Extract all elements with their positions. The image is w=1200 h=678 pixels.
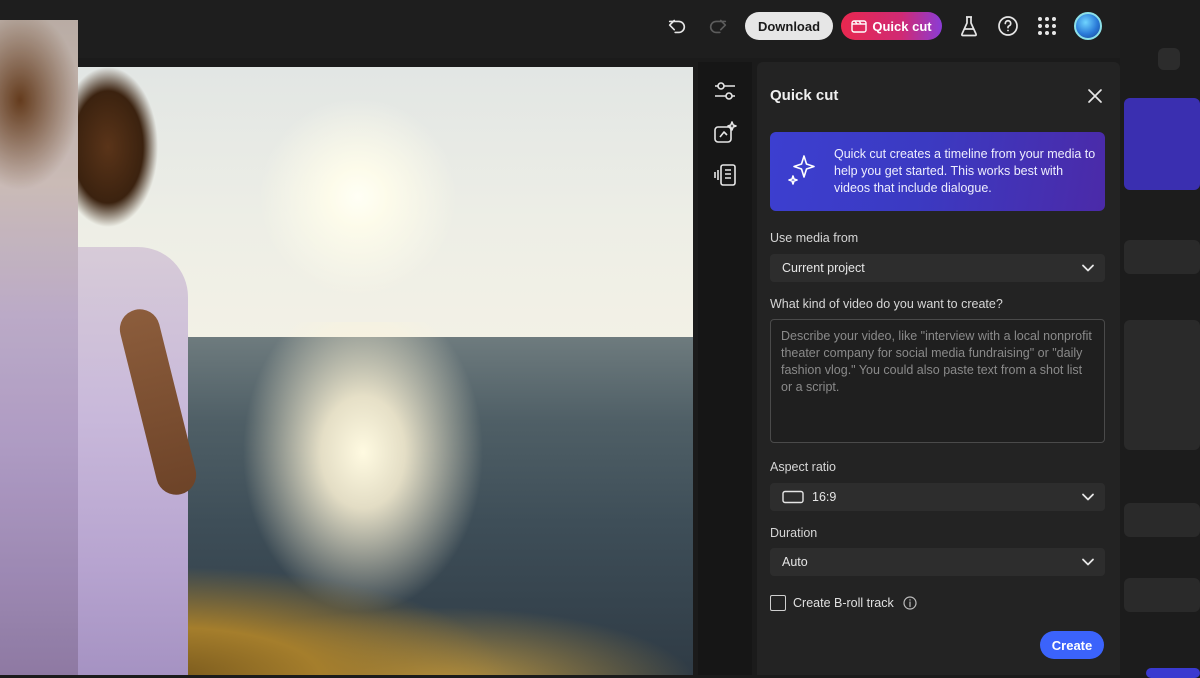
panel-title: Quick cut	[770, 87, 839, 104]
background-panel	[1120, 0, 1200, 678]
redo-icon[interactable]	[703, 12, 733, 40]
aspect-ratio-value: 16:9	[812, 490, 837, 504]
aspect-ratio-icon	[782, 490, 804, 504]
video-description-input[interactable]	[770, 319, 1105, 443]
sparkle-icon	[785, 152, 821, 188]
quick-cut-label: Quick cut	[872, 18, 932, 34]
create-button[interactable]: Create	[1040, 631, 1104, 659]
media-from-label: Use media from	[770, 231, 859, 245]
tool-rail	[698, 62, 752, 675]
download-button[interactable]: Download	[745, 12, 833, 40]
chevron-down-icon	[1082, 264, 1094, 272]
video-kind-label: What kind of video do you want to create…	[770, 297, 1003, 311]
close-icon[interactable]	[1084, 85, 1106, 107]
bg-field	[1124, 240, 1200, 274]
aspect-ratio-select[interactable]: 16:9	[770, 483, 1105, 511]
woman-hair	[78, 67, 158, 237]
aspect-ratio-label: Aspect ratio	[770, 460, 837, 474]
quick-cut-icon	[851, 20, 868, 33]
bg-icon	[1158, 48, 1180, 70]
help-icon[interactable]	[995, 12, 1021, 40]
media-from-value: Current project	[782, 261, 865, 275]
bg-field	[1124, 578, 1200, 612]
info-text: Quick cut creates a timeline from your m…	[834, 147, 1096, 195]
broll-checkbox[interactable]	[770, 595, 786, 611]
transcript-icon[interactable]	[711, 161, 739, 189]
video-preview-canvas[interactable]	[78, 67, 693, 675]
sun-glow	[258, 97, 458, 297]
duration-select[interactable]: Auto	[770, 548, 1105, 576]
previous-frame-strip	[0, 20, 78, 675]
undo-icon[interactable]	[662, 12, 692, 40]
ai-edit-icon[interactable]	[711, 119, 739, 147]
info-icon[interactable]	[903, 596, 917, 610]
flask-icon[interactable]	[956, 12, 982, 40]
chevron-down-icon	[1082, 493, 1094, 501]
bg-field	[1124, 503, 1200, 537]
apps-grid-icon[interactable]	[1034, 12, 1060, 40]
chevron-down-icon	[1082, 558, 1094, 566]
duration-label: Duration	[770, 526, 818, 540]
broll-label[interactable]: Create B-roll track	[793, 596, 894, 610]
quick-cut-button[interactable]: Quick cut	[841, 12, 942, 40]
user-avatar[interactable]	[1074, 12, 1102, 40]
top-toolbar	[0, 0, 1120, 58]
duration-value: Auto	[782, 555, 808, 569]
adjustments-icon[interactable]	[711, 77, 739, 105]
bg-card	[1124, 98, 1200, 190]
bg-field	[1124, 320, 1200, 450]
media-from-select[interactable]: Current project	[770, 254, 1105, 282]
bg-button	[1146, 668, 1200, 678]
